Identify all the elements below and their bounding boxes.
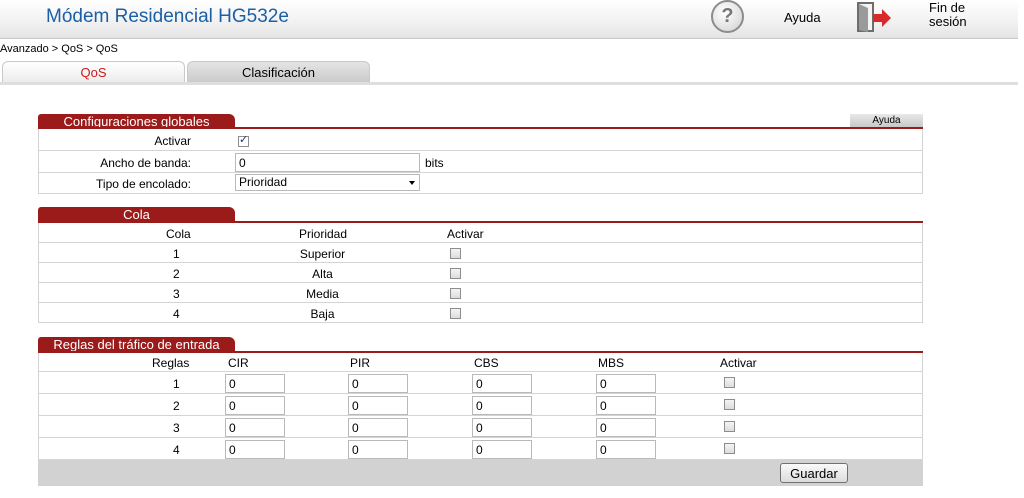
ingress-mbs-input[interactable] [596,374,656,393]
help-icon[interactable]: ? [711,0,744,33]
queue-enable-checkbox[interactable] [450,288,461,299]
queue-priority: Media [306,287,339,301]
help-glyph: ? [721,5,734,27]
ingress-enable-header: Activar [720,356,757,370]
ingress-pir-input[interactable] [348,396,408,415]
queue-enable-checkbox[interactable] [450,308,461,319]
ingress-cir-input[interactable] [225,418,285,437]
queue-type-value: Prioridad [239,175,288,189]
ingress-rule-id: 4 [173,443,180,457]
top-header: Módem Residencial HG532e ? Ayuda Fin de … [0,0,1018,39]
ingress-rules-header: Reglas [152,356,190,370]
ingress-enable-checkbox[interactable] [724,421,735,432]
ingress-rule-id: 1 [173,377,180,391]
app-title: Módem Residencial HG532e [46,6,289,27]
ingress-mbs-input[interactable] [596,418,656,437]
ingress-cir-input[interactable] [225,440,285,459]
queue-priority: Alta [312,267,333,281]
ingress-enable-checkbox[interactable] [724,377,735,388]
ingress-pir-input[interactable] [348,418,408,437]
tab-divider [0,82,1018,85]
ingress-rule-id: 2 [173,399,180,413]
queue-row: 4 Baja [38,303,923,323]
bandwidth-label: Ancho de banda: [100,156,191,170]
queue-enable-header: Activar [447,227,484,241]
queue-row: 1 Superior [38,243,923,263]
ingress-pir-header: PIR [350,356,371,370]
global-row-queue-type: Tipo de encolado: [38,173,923,194]
section-title-global: Configuraciones globales [38,114,235,129]
ingress-enable-checkbox[interactable] [724,443,735,454]
logout-label-line2: sesión [929,14,967,29]
section-title-queue: Cola [38,207,235,222]
ingress-rule-id: 3 [173,421,180,435]
queue-enable-checkbox[interactable] [450,248,461,259]
tab-qos[interactable]: QoS [2,61,185,82]
ingress-pir-input[interactable] [348,440,408,459]
ingress-cbs-input[interactable] [472,418,532,437]
bandwidth-input[interactable] [235,153,420,172]
queue-type-select[interactable]: Prioridad [235,174,420,191]
ingress-enable-checkbox[interactable] [724,399,735,410]
ingress-mbs-header: MBS [598,356,625,370]
section-title-ingress: Reglas del tráfico de entrada [38,337,235,352]
breadcrumb: Avanzado > QoS > QoS [0,43,118,55]
queue-row: 3 Media [38,283,923,303]
help-link[interactable]: Ayuda [784,10,821,25]
logout-link[interactable]: Fin de sesión [929,1,989,29]
queue-header-row: Cola Prioridad Activar [38,223,923,243]
ingress-cbs-input[interactable] [472,396,532,415]
queue-type-label: Tipo de encolado: [96,177,191,191]
logout-icon[interactable] [854,1,894,33]
queue-enable-checkbox[interactable] [450,268,461,279]
queue-priority-header: Prioridad [299,227,348,241]
panel-help-button[interactable]: Ayuda [850,114,923,127]
bandwidth-unit: bits [425,156,444,170]
queue-row: 2 Alta [38,263,923,283]
queue-priority: Superior [299,247,346,261]
ingress-cbs-input[interactable] [472,440,532,459]
ingress-cbs-input[interactable] [472,374,532,393]
enable-label: Activar [154,134,191,148]
global-row-enable: Activar [38,129,923,151]
ingress-pir-input[interactable] [348,374,408,393]
enable-checkbox[interactable] [238,133,249,147]
queue-col-header: Cola [166,227,191,241]
ingress-cir-header: CIR [228,356,249,370]
ingress-cir-input[interactable] [225,396,285,415]
ingress-mbs-input[interactable] [596,440,656,459]
ingress-header-row: Reglas CIR PIR CBS MBS Activar [38,353,923,372]
queue-priority: Baja [310,307,335,321]
ingress-cir-input[interactable] [225,374,285,393]
tab-classification[interactable]: Clasificación [187,61,370,82]
logout-label-line1: Fin de [929,0,966,15]
save-button[interactable]: Guardar [780,463,848,483]
global-row-bandwidth: Ancho de banda: bits [38,151,923,173]
ingress-cbs-header: CBS [474,356,499,370]
chevron-down-icon [409,181,415,185]
ingress-mbs-input[interactable] [596,396,656,415]
